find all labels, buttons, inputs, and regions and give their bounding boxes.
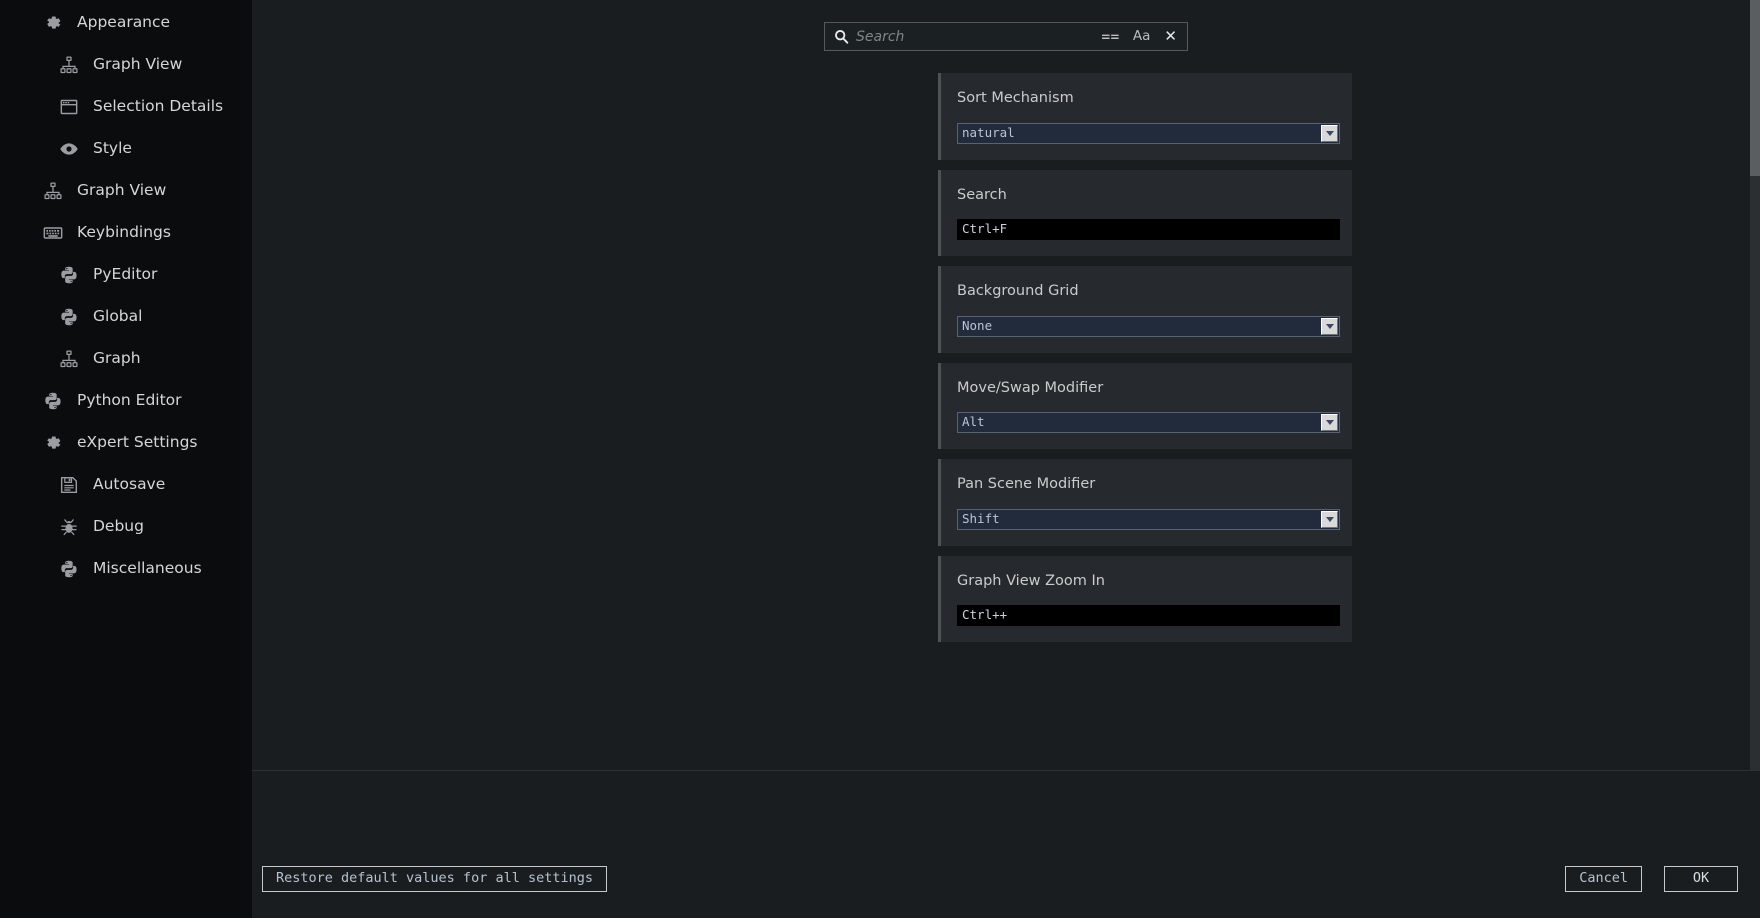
python-icon — [58, 558, 80, 580]
setting-label: Move/Swap Modifier — [957, 379, 1104, 396]
sidebar-item-selection-details[interactable]: Selection Details — [0, 86, 252, 128]
setting-label: Sort Mechanism — [957, 90, 1074, 106]
sidebar-item-graph-view[interactable]: Graph View — [0, 44, 252, 86]
sidebar-item-label: Debug — [93, 517, 144, 536]
sidebar-item-label: Global — [93, 307, 143, 326]
sidebar-item-pyeditor[interactable]: PyEditor — [0, 254, 252, 296]
gear-icon — [42, 12, 64, 34]
settings-sidebar: Appearance Graph View Selection Details Sty… — [0, 0, 252, 918]
chevron-down-icon[interactable] — [1321, 414, 1338, 431]
graph-icon — [58, 54, 80, 76]
case-sensitive-icon[interactable]: Aa — [1126, 29, 1158, 44]
sidebar-item-label: Graph View — [77, 181, 167, 200]
gear-icon — [42, 432, 64, 454]
restore-defaults-button[interactable]: Restore default values for all settings — [262, 866, 607, 892]
sidebar-item-keybindings[interactable]: Keybindings — [0, 212, 252, 254]
setting-card: Search Ctrl+F — [938, 169, 1352, 256]
window-icon — [58, 96, 80, 118]
sidebar-item-label: Keybindings — [77, 223, 171, 242]
chevron-down-icon[interactable] — [1321, 317, 1338, 335]
sidebar-item-label: Appearance — [77, 13, 171, 32]
sidebar-item-graph[interactable]: Graph — [0, 338, 252, 380]
save-icon — [58, 474, 80, 496]
sidebar-item-miscellaneous[interactable]: Miscellaneous — [0, 548, 252, 590]
keybinding-input[interactable]: Ctrl+F — [957, 219, 1340, 240]
setting-dropdown[interactable]: Alt — [957, 412, 1340, 433]
sidebar-item-label: Autosave — [93, 475, 166, 494]
dialog-footer: Restore default values for all settings … — [252, 770, 1760, 918]
python-icon — [58, 264, 80, 286]
sidebar-item-debug[interactable]: Debug — [0, 506, 252, 548]
setting-value: Ctrl++ — [962, 607, 1008, 623]
cancel-button[interactable]: Cancel — [1565, 866, 1642, 892]
settings-main-panel: == Aa ✕ Sort Mechanism natural Search Ctrl+… — [252, 0, 1760, 918]
setting-card: Background Grid None — [938, 266, 1352, 353]
setting-label: Graph View Zoom In — [957, 572, 1105, 589]
setting-value: Alt — [962, 416, 985, 429]
eye-icon — [58, 138, 80, 160]
scrollbar-thumb[interactable] — [1750, 0, 1760, 176]
sidebar-item-label: Style — [93, 139, 132, 158]
setting-value: Ctrl+F — [962, 221, 1008, 237]
sidebar-item-style[interactable]: Style — [0, 128, 252, 170]
sidebar-item-autosave[interactable]: Autosave — [0, 464, 252, 506]
bug-icon — [58, 516, 80, 538]
setting-card: Pan Scene Modifier Shift — [938, 459, 1352, 546]
settings-list: Sort Mechanism natural Search Ctrl+F Backgro… — [252, 73, 1760, 642]
graph-icon — [58, 348, 80, 370]
setting-value: natural — [962, 126, 1015, 140]
exact-match-icon[interactable]: == — [1094, 31, 1126, 43]
sidebar-item-label: eXpert Settings — [77, 433, 198, 452]
setting-value: Shift — [962, 512, 1000, 526]
keyboard-icon — [42, 222, 64, 244]
settings-scroll-area: == Aa ✕ Sort Mechanism natural Search Ctrl+… — [252, 0, 1760, 770]
chevron-down-icon[interactable] — [1321, 124, 1338, 142]
sidebar-item-global[interactable]: Global — [0, 296, 252, 338]
python-icon — [58, 306, 80, 328]
sidebar-item-label: Python Editor — [77, 391, 182, 410]
sidebar-item-label: Graph View — [93, 55, 183, 74]
search-bar-container: == Aa ✕ — [252, 0, 1760, 51]
sidebar-item-label: Graph — [93, 349, 141, 368]
sidebar-item-expert-settings[interactable]: eXpert Settings — [0, 422, 252, 464]
sidebar-item-appearance[interactable]: Appearance — [0, 2, 252, 44]
setting-card: Move/Swap Modifier Alt — [938, 362, 1352, 449]
chevron-down-icon[interactable] — [1321, 510, 1338, 528]
sidebar-item-graph-view[interactable]: Graph View — [0, 170, 252, 212]
setting-value: None — [962, 319, 993, 333]
search-bar[interactable]: == Aa ✕ — [824, 22, 1188, 51]
sidebar-item-label: Selection Details — [93, 97, 224, 116]
setting-card: Graph View Zoom In Ctrl++ — [938, 555, 1352, 642]
close-icon[interactable]: ✕ — [1157, 29, 1181, 44]
sidebar-item-label: PyEditor — [93, 265, 158, 284]
ok-button[interactable]: OK — [1664, 866, 1738, 892]
setting-label: Pan Scene Modifier — [957, 476, 1096, 492]
setting-dropdown[interactable]: natural — [957, 122, 1340, 144]
setting-dropdown[interactable]: Shift — [957, 508, 1340, 530]
graph-icon — [42, 180, 64, 202]
setting-label: Background Grid — [957, 283, 1079, 299]
search-icon — [833, 29, 849, 45]
setting-label: Search — [957, 186, 1007, 203]
setting-dropdown[interactable]: None — [957, 315, 1340, 337]
keybinding-input[interactable]: Ctrl++ — [957, 605, 1340, 626]
setting-card: Sort Mechanism natural — [938, 73, 1352, 160]
sidebar-item-label: Miscellaneous — [93, 559, 202, 578]
sidebar-item-python-editor[interactable]: Python Editor — [0, 380, 252, 422]
search-input[interactable] — [856, 23, 1094, 50]
settings-dialog: Appearance Graph View Selection Details Sty… — [0, 0, 1760, 918]
vertical-scrollbar[interactable] — [1750, 0, 1760, 770]
dialog-action-buttons: Cancel OK — [1565, 866, 1738, 892]
python-icon — [42, 390, 64, 412]
